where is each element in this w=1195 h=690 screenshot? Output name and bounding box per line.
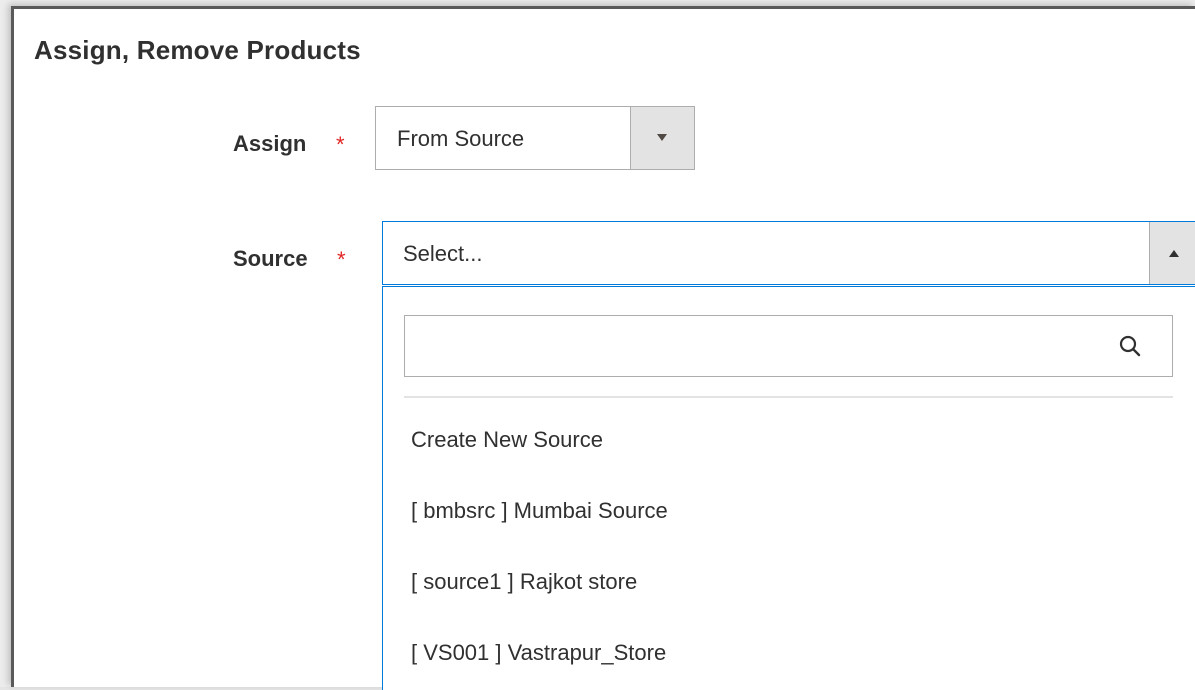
assign-label: Assign (233, 131, 307, 156)
source-option-vs001[interactable]: [ VS001 ] Vastrapur_Store (411, 640, 666, 666)
source-search-input[interactable] (404, 315, 1173, 377)
source-select[interactable]: Select... (382, 221, 1195, 285)
screenshot-frame: Assign, Remove Products Assign * From So… (0, 0, 1195, 690)
assign-remove-products-panel: Assign, Remove Products Assign * From So… (11, 6, 1195, 690)
search-icon[interactable] (1118, 334, 1142, 358)
assign-select[interactable]: From Source (375, 106, 695, 170)
chevron-up-icon (1169, 250, 1179, 257)
source-option-source1[interactable]: [ source1 ] Rajkot store (411, 569, 637, 595)
source-option-create-new[interactable]: Create New Source (411, 427, 603, 453)
assign-select-toggle[interactable] (630, 107, 694, 169)
source-select-toggle[interactable] (1149, 222, 1195, 284)
source-required-mark: * (337, 247, 346, 272)
assign-selected-value: From Source (397, 126, 525, 151)
section-title: Assign, Remove Products (34, 35, 361, 65)
source-label: Source (233, 246, 308, 271)
source-placeholder: Select... (403, 241, 483, 266)
chevron-down-icon (657, 134, 667, 141)
source-option-bmbsrc[interactable]: [ bmbsrc ] Mumbai Source (411, 498, 668, 524)
dropdown-divider (404, 396, 1173, 398)
source-dropdown: Create New Source [ bmbsrc ] Mumbai Sour… (382, 286, 1195, 690)
assign-required-mark: * (336, 132, 345, 157)
